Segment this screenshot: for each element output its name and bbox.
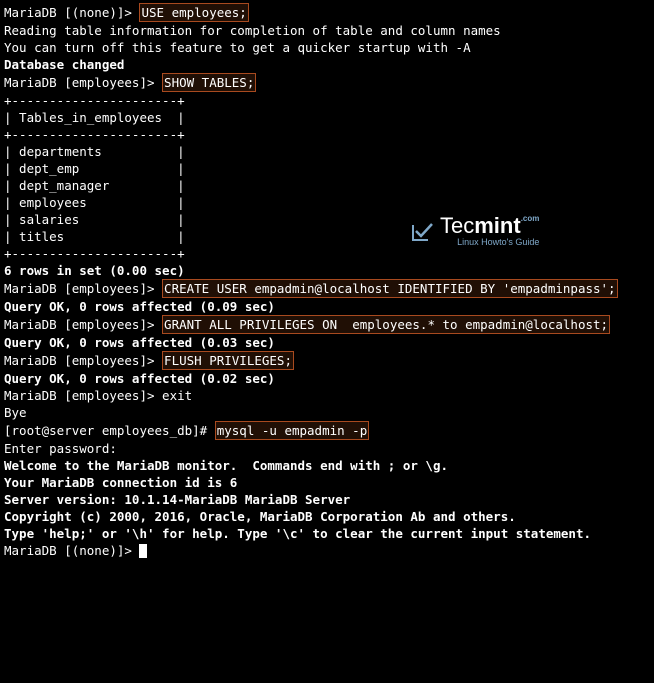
table-row: | dept_emp | [4,160,650,177]
highlighted-command: USE employees; [139,3,248,22]
highlighted-command: FLUSH PRIVILEGES; [162,351,294,370]
terminal-output[interactable]: MariaDB [(none)]> USE employees; Reading… [4,3,650,559]
output-line: 6 rows in set (0.00 sec) [4,262,650,279]
output-line: Welcome to the MariaDB monitor. Commands… [4,457,650,474]
output-line: Query OK, 0 rows affected (0.09 sec) [4,298,650,315]
logo-wordmark: Tecmint.com [440,215,539,237]
terminal-cursor[interactable] [139,544,147,558]
table-header: | Tables_in_employees | [4,109,650,126]
tecmint-logo: Tecmint.com Linux Howto's Guide [410,215,539,247]
tecmint-check-icon [410,219,434,243]
prompt-text: MariaDB [(none)]> [4,543,139,558]
output-line: Type 'help;' or '\h' for help. Type '\c'… [4,525,650,542]
highlighted-command: mysql -u empadmin -p [215,421,370,440]
output-line: Query OK, 0 rows affected (0.02 sec) [4,370,650,387]
output-line: Reading table information for completion… [4,22,650,39]
table-row: | departments | [4,143,650,160]
table-row: | employees | [4,194,650,211]
prompt-text: MariaDB [employees]> [4,353,162,368]
logo-tagline: Linux Howto's Guide [440,238,539,247]
prompt-text: MariaDB [employees]> [4,317,162,332]
table-border: +----------------------+ [4,92,650,109]
table-row: | salaries | [4,211,650,228]
table-row: | titles | [4,228,650,245]
table-border: +----------------------+ [4,126,650,143]
table-row: | dept_manager | [4,177,650,194]
output-line: Your MariaDB connection id is 6 [4,474,650,491]
prompt-text: MariaDB [employees]> [4,281,162,296]
output-line: MariaDB [employees]> exit [4,387,650,404]
highlighted-command: SHOW TABLES; [162,73,256,92]
output-line: Database changed [4,56,650,73]
output-line: Server version: 10.1.14-MariaDB MariaDB … [4,491,650,508]
output-line: You can turn off this feature to get a q… [4,39,650,56]
prompt-text: [root@server employees_db]# [4,423,215,438]
highlighted-command: CREATE USER empadmin@localhost IDENTIFIE… [162,279,618,298]
prompt-text: MariaDB [(none)]> [4,5,139,20]
highlighted-command: GRANT ALL PRIVILEGES ON employees.* to e… [162,315,610,334]
prompt-text: MariaDB [employees]> [4,75,162,90]
output-line: Enter password: [4,440,650,457]
output-line: Query OK, 0 rows affected (0.03 sec) [4,334,650,351]
table-border: +----------------------+ [4,245,650,262]
output-line: Copyright (c) 2000, 2016, Oracle, MariaD… [4,508,650,525]
output-line: Bye [4,404,650,421]
